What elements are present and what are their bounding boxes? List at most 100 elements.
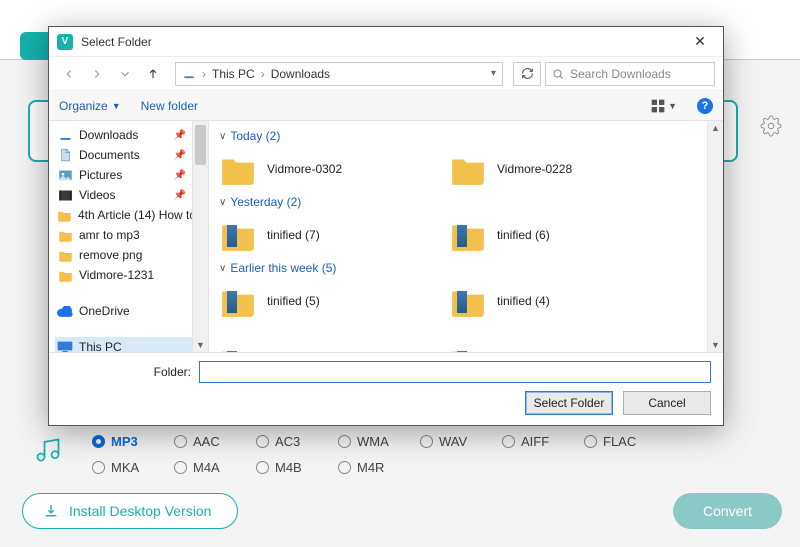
folder-name: Vidmore-0228 — [497, 162, 572, 176]
format-label: WAV — [439, 434, 467, 449]
view-options-button[interactable]: ▼ — [650, 98, 677, 114]
format-row-1: MP3 AAC AC3 WMA WAV AIFF FLAC — [92, 434, 644, 449]
tree-onedrive[interactable]: OneDrive — [55, 301, 208, 321]
scroll-thumb[interactable] — [195, 125, 206, 165]
dialog-titlebar: V Select Folder ✕ — [49, 27, 723, 57]
nav-back-button[interactable] — [57, 62, 81, 86]
folder-field[interactable] — [199, 361, 711, 383]
close-button[interactable]: ✕ — [685, 33, 715, 50]
format-option-ac3[interactable]: AC3 — [256, 434, 316, 449]
cancel-label: Cancel — [648, 396, 685, 410]
format-option-m4b[interactable]: M4B — [256, 460, 316, 475]
format-option-wma[interactable]: WMA — [338, 434, 398, 449]
folder-icon — [449, 345, 487, 352]
nav-forward-button[interactable] — [85, 62, 109, 86]
radio-icon — [174, 435, 187, 448]
tree-item[interactable]: Documents📌 — [55, 145, 208, 165]
folder-icon — [57, 267, 73, 283]
tree-item[interactable]: Vidmore-1231 — [55, 265, 208, 285]
format-option-aiff[interactable]: AIFF — [502, 434, 562, 449]
pin-icon: 📌 — [174, 150, 186, 161]
tree-label: 4th Article (14) How to Re — [78, 208, 208, 222]
select-folder-button[interactable]: Select Folder — [525, 391, 613, 415]
search-placeholder: Search Downloads — [570, 67, 671, 81]
folder-icon — [449, 285, 487, 317]
address-bar[interactable]: › This PC › Downloads ▾ — [175, 62, 503, 86]
tree-item[interactable]: Downloads📌 — [55, 125, 208, 145]
app-logo-icon: V — [57, 34, 73, 50]
folder-field-row: Folder: — [61, 361, 711, 383]
pin-icon: 📌 — [174, 130, 186, 141]
folder-icon — [219, 219, 257, 251]
format-option-aac[interactable]: AAC — [174, 434, 234, 449]
chevron-down-icon: ∨ — [219, 263, 226, 274]
dialog-bottom: Folder: Select Folder Cancel — [49, 352, 723, 425]
organize-label: Organize — [59, 99, 108, 113]
content-scrollbar[interactable]: ▲ ▼ — [707, 121, 723, 352]
tree-this-pc[interactable]: This PC — [55, 337, 208, 352]
cloud-icon — [57, 303, 73, 319]
radio-icon — [338, 461, 351, 474]
nav-recent-button[interactable] — [113, 62, 137, 86]
format-label: M4A — [193, 460, 220, 475]
group-header[interactable]: ∨Yesterday (2) — [219, 195, 703, 209]
radio-icon — [256, 435, 269, 448]
install-desktop-button[interactable]: Install Desktop Version — [22, 493, 238, 529]
file-list[interactable]: ∨Today (2)Vidmore-0302Vidmore-0228∨Yeste… — [209, 121, 723, 352]
folder-item[interactable]: tinified (2) — [449, 341, 659, 352]
group-header[interactable]: ∨Today (2) — [219, 129, 703, 143]
tree-scrollbar[interactable]: ▲ ▼ — [192, 121, 208, 352]
folder-item[interactable]: tinified (5) — [219, 281, 429, 321]
cancel-button[interactable]: Cancel — [623, 391, 711, 415]
tree-item[interactable]: Videos📌 — [55, 185, 208, 205]
breadcrumb-current[interactable]: Downloads — [271, 67, 330, 81]
radio-icon — [420, 435, 433, 448]
format-option-mka[interactable]: MKA — [92, 460, 152, 475]
nav-up-button[interactable] — [141, 62, 165, 86]
tree-item[interactable]: 4th Article (14) How to Re — [55, 205, 208, 225]
new-folder-button[interactable]: New folder — [141, 99, 198, 113]
folder-icon — [219, 285, 257, 317]
scroll-down-icon[interactable]: ▼ — [708, 338, 723, 352]
folder-item[interactable]: Vidmore-0302 — [219, 149, 429, 189]
folder-item[interactable]: Vidmore-0228 — [449, 149, 659, 189]
tree-item[interactable]: remove png — [55, 245, 208, 265]
radio-icon — [256, 461, 269, 474]
folder-item[interactable]: tinified (7) — [219, 215, 429, 255]
refresh-button[interactable] — [513, 62, 541, 86]
tree-item[interactable]: amr to mp3 — [55, 225, 208, 245]
folder-icon — [57, 207, 72, 223]
chevron-down-icon[interactable]: ▾ — [491, 68, 496, 79]
search-input[interactable]: Search Downloads — [545, 62, 715, 86]
nav-row: › This PC › Downloads ▾ Search Downloads — [49, 57, 723, 91]
breadcrumb-root[interactable]: This PC — [212, 67, 255, 81]
format-option-m4r[interactable]: M4R — [338, 460, 398, 475]
tree-item[interactable]: Pictures📌 — [55, 165, 208, 185]
format-label: AC3 — [275, 434, 300, 449]
monitor-icon — [57, 339, 73, 352]
folder-item[interactable]: tinified (3) — [219, 341, 429, 352]
scroll-down-icon[interactable]: ▼ — [193, 338, 208, 352]
folder-name: tinified (5) — [267, 294, 320, 308]
scroll-up-icon[interactable]: ▲ — [708, 121, 723, 135]
format-option-flac[interactable]: FLAC — [584, 434, 644, 449]
settings-button[interactable] — [760, 115, 782, 137]
downloads-icon — [182, 67, 196, 81]
folder-item[interactable]: tinified (4) — [449, 281, 659, 321]
toolbar: Organize ▼ New folder ▼ ? — [49, 91, 723, 121]
group-header[interactable]: ∨ Earlier this week (5) — [219, 261, 703, 275]
organize-menu[interactable]: Organize ▼ — [59, 99, 121, 113]
folder-icon — [57, 247, 73, 263]
format-option-m4a[interactable]: M4A — [174, 460, 234, 475]
group-title: Today (2) — [230, 129, 280, 143]
folder-item[interactable]: tinified (6) — [449, 215, 659, 255]
group-title: Earlier this week (5) — [230, 261, 336, 275]
radio-icon — [338, 435, 351, 448]
chevron-down-icon: ▼ — [112, 101, 121, 111]
nav-tree[interactable]: Downloads📌Documents📌Pictures📌Videos📌 4th … — [49, 121, 209, 352]
convert-button[interactable]: Convert — [673, 493, 782, 529]
format-option-mp3[interactable]: MP3 — [92, 434, 152, 449]
format-option-wav[interactable]: WAV — [420, 434, 480, 449]
format-label: FLAC — [603, 434, 636, 449]
help-button[interactable]: ? — [697, 98, 713, 114]
